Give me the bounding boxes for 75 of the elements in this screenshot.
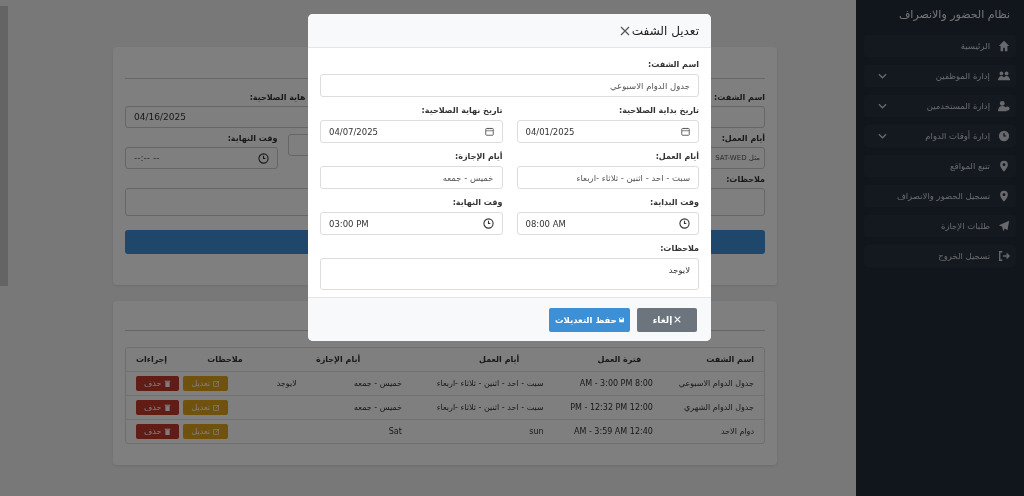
- chevron-down-icon: [878, 73, 887, 79]
- chevron-down-icon: [878, 133, 887, 139]
- save-button[interactable]: حفظ التعديلات: [549, 307, 630, 332]
- column-header: أيام العمل: [478, 355, 521, 364]
- time-field[interactable]: 03:00 PM: [320, 212, 503, 235]
- map-pin-icon: [998, 190, 1010, 202]
- paper-plane-icon: [998, 220, 1010, 232]
- column-header: أيام الإجازة: [314, 355, 362, 364]
- table-cell-text: 8:00 AM - 3:00 PM: [578, 379, 654, 388]
- notes-field[interactable]: لايوجد: [320, 258, 699, 290]
- trash-icon: [164, 404, 172, 411]
- table-cell-text: 12:00 PM - 12:32 PM: [569, 403, 654, 412]
- field-label: وقت النهاية:: [452, 198, 503, 207]
- column-header: ملاحظات: [206, 355, 244, 364]
- time-field[interactable]: --:-- --: [125, 147, 278, 169]
- table-cell-text: جدول الدوام الشهري: [683, 403, 755, 412]
- table-cell-text: سبت - احد - اثنين - ثلاثاء -اربعاء: [435, 379, 545, 388]
- table-cell-text: 12:40 AM - 3:59 AM: [573, 427, 654, 436]
- field-label: اسم الشفت:: [714, 93, 765, 102]
- field-label: أيام الإجازة:: [455, 152, 503, 161]
- field-label: وقت النهاية:: [227, 134, 278, 143]
- cancel-button[interactable]: إلغاء: [637, 307, 697, 332]
- text-field[interactable]: سبت - احد - اثنين - ثلاثاء -اربعاء: [516, 166, 699, 189]
- map-pin-icon: [998, 160, 1010, 172]
- field-label: تاريخ نهاية الصلاحية:: [421, 106, 503, 115]
- field-label: أيام العمل:: [721, 134, 765, 143]
- edit-icon: [213, 404, 220, 411]
- edit-button[interactable]: تعديل: [183, 400, 228, 415]
- field-label: تاريخ بداية الصلاحية:: [619, 106, 699, 115]
- field-label: وقت البداية:: [650, 198, 699, 207]
- user-gear-icon: [998, 100, 1010, 112]
- edit-icon: [213, 428, 220, 435]
- clock-icon: [257, 152, 269, 164]
- home-icon: [998, 40, 1010, 52]
- table-cell-text: لايوجد: [275, 379, 298, 388]
- edit-button[interactable]: تعديل: [183, 424, 228, 439]
- users-icon: [998, 70, 1010, 82]
- table-cell-text: خميس - جمعه: [353, 403, 403, 412]
- field-label: اسم الشفت:: [648, 60, 699, 69]
- table-cell-text: خميس - جمعه: [353, 379, 403, 388]
- table-cell-text: سبت - احد - اثنين - ثلاثاء -اربعاء: [435, 403, 545, 412]
- edit-button[interactable]: تعديل: [183, 376, 228, 391]
- field-label: ملاحظات:: [660, 244, 699, 253]
- delete-button[interactable]: حذف: [136, 424, 180, 439]
- column-header: فترة العمل: [596, 355, 643, 364]
- clock-icon: [482, 218, 494, 229]
- trash-icon: [164, 380, 172, 387]
- clock-icon: [998, 130, 1010, 142]
- time-field[interactable]: 08:00 AM: [516, 212, 699, 235]
- calendar-icon: [681, 127, 690, 136]
- edit-icon: [213, 380, 220, 387]
- table-cell-text: دوام الاحد: [719, 427, 755, 436]
- field-label: هاية الصلاحية:: [249, 93, 306, 102]
- close-icon[interactable]: [619, 25, 630, 36]
- chevron-down-icon: [878, 103, 887, 109]
- logout-icon: [998, 250, 1010, 262]
- dialog-title: تعديل الشفت: [631, 23, 699, 38]
- delete-button[interactable]: حذف: [136, 376, 180, 391]
- column-header: إجراءات: [135, 355, 169, 364]
- table-cell-text: جدول الدوام الاسبوعي: [677, 379, 755, 388]
- column-header: اسم الشفت: [705, 355, 755, 364]
- date-field[interactable]: 04/07/2025: [320, 120, 503, 143]
- app-title: نظام الحضور والانصراف: [897, 7, 1011, 23]
- table-cell-text: sun: [528, 427, 545, 436]
- text-field[interactable]: خميس - جمعه: [320, 166, 503, 189]
- trash-icon: [164, 428, 172, 435]
- clock-icon: [679, 218, 690, 229]
- table-cell-text: Sat: [387, 427, 403, 436]
- calendar-icon: [484, 127, 494, 136]
- field-label: ملاحظات:: [726, 175, 765, 184]
- text-field[interactable]: جدول الدوام الاسبوعي: [320, 74, 699, 97]
- delete-button[interactable]: حذف: [136, 400, 180, 415]
- date-field[interactable]: 04/01/2025: [516, 120, 699, 143]
- close-icon: [674, 316, 682, 323]
- field-label: أيام العمل:: [655, 152, 699, 161]
